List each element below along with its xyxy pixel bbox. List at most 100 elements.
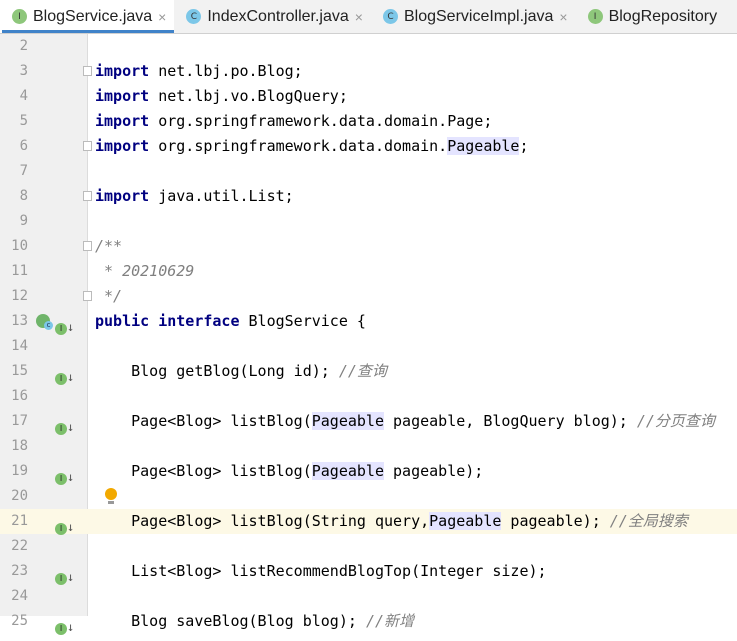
code-token: public: [95, 312, 150, 330]
code-text: * 20210629: [95, 259, 194, 284]
code-line[interactable]: 24: [0, 584, 737, 609]
code-line[interactable]: 23 I ↓ List<Blog> listRecommendBlogTop(Int…: [0, 559, 737, 585]
code-line[interactable]: 13I↓public interface BlogService {: [0, 309, 737, 335]
tab-blogserviceimpl-java[interactable]: C BlogServiceImpl.java ×: [371, 0, 576, 33]
code-line[interactable]: 17 I ↓ Page<Blog> listBlog(Pageable pageab…: [0, 409, 737, 435]
line-number: 18: [11, 438, 28, 454]
code-token: pageable);: [384, 462, 484, 480]
code-line[interactable]: 14: [0, 334, 737, 359]
implemented-icon[interactable]: I ↓: [55, 615, 74, 641]
code-line[interactable]: 10 /**: [0, 234, 737, 259]
code-token: //分页查询: [636, 412, 715, 430]
line-number: 11: [11, 263, 28, 279]
code-line[interactable]: 15 I ↓ Blog getBlog(Long id); //查询: [0, 359, 737, 385]
tab-blogservice-java[interactable]: I BlogService.java ×: [0, 0, 175, 33]
spring-bean-icon[interactable]: [36, 314, 53, 330]
code-line[interactable]: 5 import org.springframework.data.domain.…: [0, 109, 737, 134]
code-token: interface: [158, 312, 240, 330]
code-token: */: [95, 287, 123, 305]
code-text: import org.springframework.data.domain.P…: [95, 134, 528, 159]
fold-icon[interactable]: [83, 141, 92, 151]
code-token: Pageable: [429, 512, 502, 530]
code-token: org.springframework.data.domain.: [149, 137, 448, 155]
tab-label: IndexController.java: [207, 7, 349, 25]
code-text: Blog getBlog(Long id); //查询: [95, 359, 387, 384]
fold-icon[interactable]: [83, 66, 92, 76]
code-line[interactable]: 16: [0, 384, 737, 409]
tab-indexcontroller-java[interactable]: C IndexController.java ×: [174, 0, 371, 33]
line-number: 3: [19, 63, 28, 79]
close-icon[interactable]: ×: [559, 9, 567, 25]
code-text: import org.springframework.data.domain.P…: [95, 109, 492, 134]
code-token: import: [95, 62, 150, 80]
code-token: //查询: [338, 362, 387, 380]
code-line[interactable]: 6 import org.springframework.data.domain.…: [0, 134, 737, 159]
line-number: 16: [11, 388, 28, 404]
line-number: 22: [11, 538, 28, 554]
tab-blogrepository[interactable]: I BlogRepository: [576, 0, 726, 33]
code-token: import: [95, 112, 150, 130]
code-token: Pageable: [311, 412, 384, 430]
code-line[interactable]: 12 */: [0, 284, 737, 309]
line-number: 5: [19, 113, 28, 129]
code-token: Page<Blog> listBlog(String query,: [95, 512, 430, 530]
code-line[interactable]: 9: [0, 209, 737, 234]
code-text: public interface BlogService {: [95, 309, 366, 334]
close-icon[interactable]: ×: [158, 9, 166, 25]
code-line[interactable]: 8 import java.util.List;: [0, 184, 737, 209]
code-token: import: [95, 187, 150, 205]
code-line[interactable]: 25 I ↓ Blog saveBlog(Blog blog); //新增: [0, 609, 737, 635]
code-text: Page<Blog> listBlog(String query,Pageabl…: [95, 509, 688, 534]
code-token: * 20210629: [95, 262, 195, 280]
code-line[interactable]: 11 * 20210629: [0, 259, 737, 284]
close-icon[interactable]: ×: [355, 9, 363, 25]
tab-label: BlogRepository: [608, 7, 718, 25]
code-text: Blog saveBlog(Blog blog); //新增: [95, 609, 414, 634]
fold-icon[interactable]: [83, 291, 92, 301]
code-token: pageable);: [501, 512, 610, 530]
line-number: 15: [11, 363, 28, 379]
lightbulb-icon[interactable]: [105, 488, 117, 504]
tab-label: BlogService.java: [33, 7, 153, 25]
code-token: //全局搜索: [609, 512, 688, 530]
code-line[interactable]: 20: [0, 484, 737, 509]
code-text: import net.lbj.vo.BlogQuery;: [95, 84, 348, 109]
fold-icon[interactable]: [83, 191, 92, 201]
line-number: 13: [11, 313, 28, 329]
code-line[interactable]: 19 I ↓ Page<Blog> listBlog(Pageable pageab…: [0, 459, 737, 485]
line-number: 17: [11, 413, 28, 429]
code-line[interactable]: 3 import net.lbj.po.Blog;: [0, 59, 737, 84]
code-editor[interactable]: 2 3 import net.lbj.po.Blog; 4 import net.lbj…: [0, 34, 737, 635]
code-token: import: [95, 87, 150, 105]
class-icon: C: [382, 9, 398, 24]
code-text: import net.lbj.po.Blog;: [95, 59, 303, 84]
interface-icon: I: [12, 9, 27, 24]
line-number: 10: [11, 238, 28, 254]
code-token: pageable, BlogQuery blog);: [384, 412, 637, 430]
class-icon: C: [186, 9, 202, 24]
code-text: List<Blog> listRecommendBlogTop(Integer …: [95, 559, 546, 584]
code-token: Pageable: [447, 137, 520, 155]
code-line[interactable]: 21 I ↓ Page<Blog> listBlog(String query,Pa…: [0, 509, 737, 535]
code-token: ;: [519, 137, 529, 155]
fold-icon[interactable]: [83, 241, 92, 251]
line-number: 2: [19, 38, 28, 54]
code-text: /**: [95, 234, 122, 259]
code-token: Page<Blog> listBlog(: [95, 462, 312, 480]
code-line[interactable]: 18: [0, 434, 737, 459]
code-text: Page<Blog> listBlog(Pageable pageable);: [95, 459, 483, 484]
line-number: 20: [11, 488, 28, 504]
line-number: 8: [19, 188, 28, 204]
code-text: import java.util.List;: [95, 184, 294, 209]
code-line[interactable]: 7: [0, 159, 737, 184]
code-text: */: [95, 284, 122, 309]
code-token: Page<Blog> listBlog(: [95, 412, 312, 430]
code-text: Page<Blog> listBlog(Pageable pageable, B…: [95, 409, 715, 434]
line-number: 19: [11, 463, 28, 479]
code-line[interactable]: 2: [0, 34, 737, 59]
line-number: 12: [11, 288, 28, 304]
line-number: 7: [19, 163, 28, 179]
code-line[interactable]: 22: [0, 534, 737, 559]
code-line[interactable]: 4 import net.lbj.vo.BlogQuery;: [0, 84, 737, 109]
code-token: java.util.List;: [149, 187, 294, 205]
